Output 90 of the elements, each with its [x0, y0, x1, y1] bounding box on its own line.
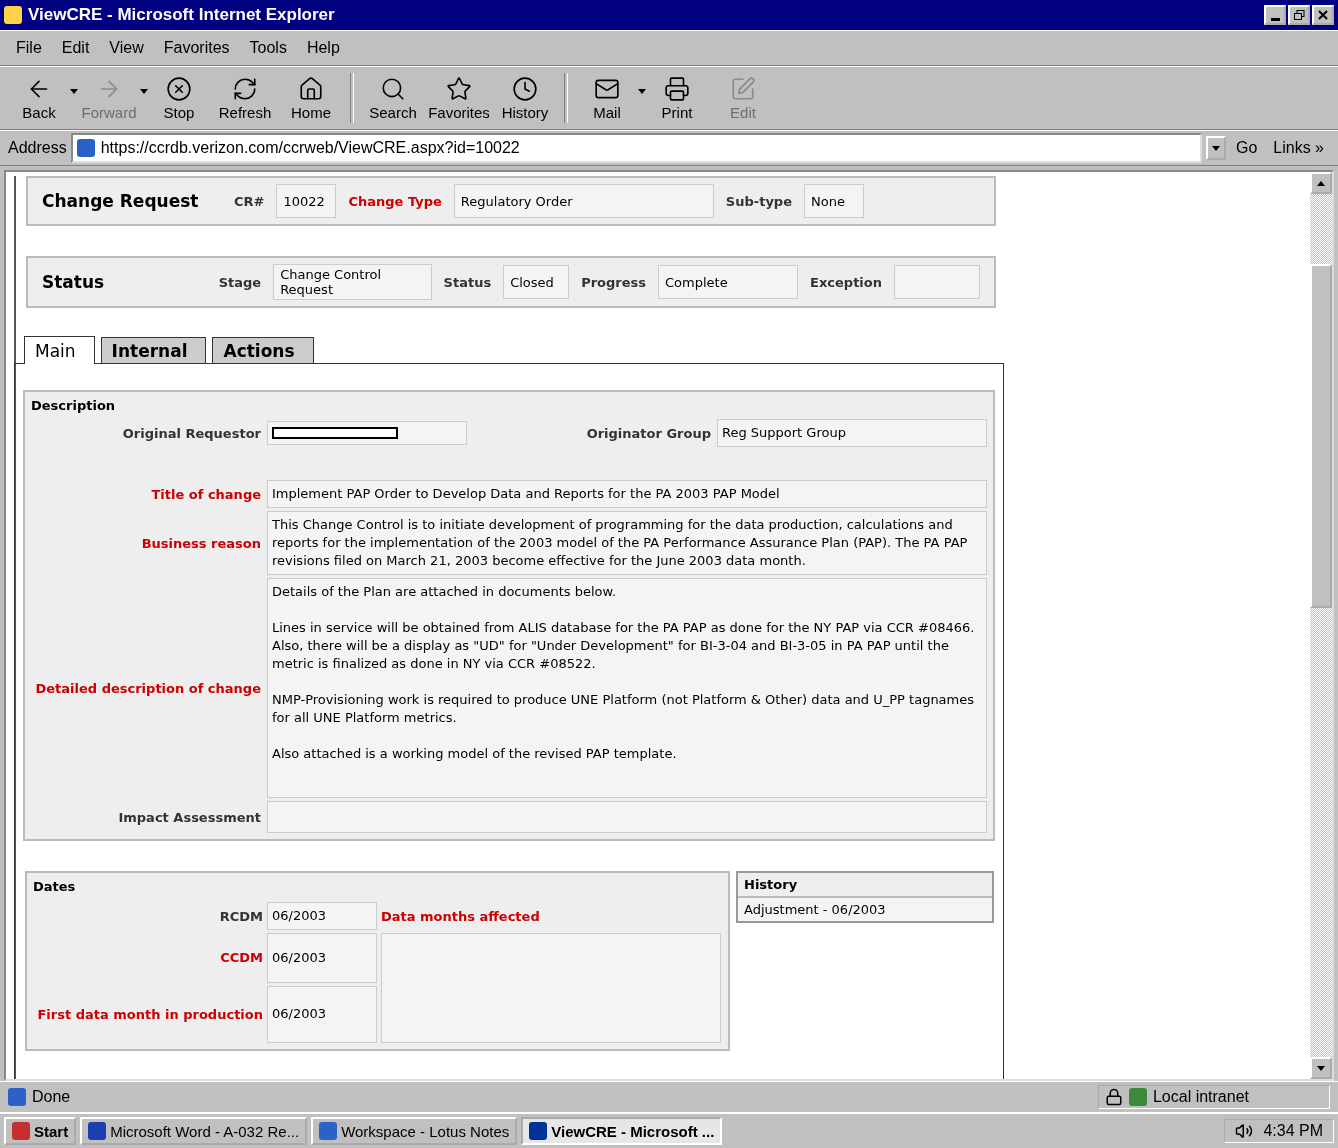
address-label: Address	[8, 139, 67, 157]
field-label: Original Requestor	[121, 425, 261, 441]
field-label: First data month in production	[36, 1005, 263, 1024]
star-icon	[446, 75, 472, 102]
house-icon	[298, 75, 324, 102]
field-label: CR#	[234, 193, 265, 209]
window-title: ViewCRE - Microsoft Internet Explorer	[28, 5, 335, 25]
lock-icon	[1104, 1088, 1123, 1106]
toolbar-button[interactable]: Mail	[576, 75, 638, 121]
caret-icon[interactable]	[70, 88, 78, 94]
field-value: This Change Control is to initiate development of programming for the data production, calculations and reports for the implementation of the 2003 model of the PA Performance Assurance Plan (PAP). The PA PAP revisions filed on March 21, 2003 become effective for the June 2003 data month.	[267, 511, 987, 575]
toolbar-button[interactable]: Search	[362, 75, 424, 121]
field-value: Complete	[658, 265, 799, 299]
menu-item[interactable]: Edit	[53, 39, 98, 57]
field-value: 06/2003	[267, 933, 377, 983]
field-label: Sub-type	[725, 193, 792, 209]
field-label: CCDM	[219, 949, 263, 968]
history-item: Adjustment - 06/2003	[738, 898, 992, 921]
toolbar-button[interactable]: Stop	[148, 75, 210, 121]
menu-item[interactable]: Help	[298, 39, 348, 57]
menu-item[interactable]: View	[101, 39, 152, 57]
zone-text: Local intranet	[1152, 1088, 1249, 1106]
close-button[interactable]	[1312, 5, 1334, 25]
toolbar-button[interactable]: Refresh	[214, 75, 276, 121]
toolbar-button[interactable]: Print	[646, 75, 708, 121]
address-field[interactable]: https://ccrdb.verizon.com/ccrweb/ViewCRE.aspx?id=10022	[70, 133, 1202, 163]
tab[interactable]: Actions	[212, 337, 314, 363]
field-label: Change Type	[348, 193, 442, 209]
caret-icon[interactable]	[638, 88, 646, 94]
restore-icon	[1293, 10, 1305, 20]
status-text: Done	[32, 1088, 71, 1106]
maximize-button[interactable]	[1288, 5, 1310, 25]
menu-item[interactable]: File	[8, 39, 50, 57]
field-value: 06/2003	[267, 902, 377, 930]
edit-icon	[730, 75, 756, 102]
field-label: Business reason	[140, 534, 261, 553]
toolbar-button[interactable]: Home	[280, 75, 342, 121]
toolbar-button[interactable]: Back	[8, 75, 70, 121]
field-value: Closed	[503, 265, 570, 299]
panel-title: Status	[42, 272, 106, 292]
field-label: Originator Group	[586, 425, 711, 441]
section-heading: Dates	[33, 879, 77, 894]
scrollbar[interactable]	[1310, 172, 1332, 1079]
field-label: Impact Assessment	[117, 808, 261, 827]
field-label: Progress	[581, 274, 647, 290]
field-value: None	[804, 184, 864, 218]
refresh-icon	[232, 75, 258, 102]
menu-item[interactable]: Tools	[241, 39, 295, 57]
dropdown-button[interactable]	[1205, 136, 1226, 160]
clock-icon	[512, 75, 538, 102]
close-icon	[1318, 10, 1328, 20]
scroll-up-button[interactable]	[1310, 172, 1332, 194]
down-arrow-icon	[1317, 1065, 1325, 1071]
panel-title: Change Request	[42, 191, 200, 211]
minimize-icon	[1270, 17, 1280, 21]
tab[interactable]: Internal	[100, 337, 207, 363]
toolbar-button[interactable]: History	[494, 75, 556, 121]
field-label: RCDM	[218, 907, 263, 926]
field-value: Change Control Request	[273, 264, 432, 300]
taskbar-button[interactable]: ViewCRE - Microsoft ...	[521, 1117, 723, 1145]
taskbar-button[interactable]: Workspace - Lotus Notes	[311, 1117, 518, 1145]
start-button[interactable]: Start	[4, 1117, 77, 1145]
printer-icon	[664, 75, 690, 102]
speaker-icon[interactable]	[1235, 1122, 1254, 1140]
field-label: Title of change	[150, 485, 261, 504]
scroll-down-button[interactable]	[1310, 1057, 1332, 1079]
taskbar-button[interactable]: Microsoft Word - A-032 Re...	[80, 1117, 308, 1145]
field-label: Detailed description of change	[34, 679, 261, 698]
field-value: Details of the Plan are attached in documents below. Lines in service will be obtained from ALIS database for the PA PAP as done for the NY PAP via CCR #08466. Also, there will be a display as "UD" for "Under Development" for BI-3-04 and BI-3-05 in PA PAP until the metric is finalized as done in NY via CCR #08522. NMP-Provisioning work is required to produce UNE Platform (not Platform & Other) data and U_PP tagnames for all UNE Platform metrics. Also attached is a working model of the revised PAP template.	[267, 578, 987, 798]
field-value: Regulatory Order	[453, 184, 714, 218]
field-label: Status	[443, 274, 492, 290]
stop-icon	[166, 75, 192, 102]
toolbar-button[interactable]: Favorites	[428, 75, 490, 121]
caret-icon	[1211, 145, 1220, 151]
menu-item[interactable]: Favorites	[155, 39, 238, 57]
field-value: Reg Support Group	[717, 419, 987, 447]
field-value: 10022	[276, 184, 337, 218]
clock-text: 4:34 PM	[1263, 1122, 1323, 1140]
links-button[interactable]: Links »	[1267, 139, 1330, 157]
field-label: Data months affected	[381, 908, 541, 924]
section-heading: Description	[31, 398, 117, 413]
field-label: Exception	[810, 274, 882, 290]
section-heading: History	[738, 873, 992, 898]
tab[interactable]: Main	[24, 336, 95, 364]
minimize-button[interactable]	[1264, 5, 1286, 25]
field-value: Implement PAP Order to Develop Data and Reports for the PA 2003 PAP Model	[267, 480, 987, 508]
up-arrow-icon	[1317, 180, 1325, 186]
go-button[interactable]: Go	[1229, 139, 1264, 157]
field-value: 06/2003	[267, 985, 377, 1043]
field-label: Stage	[218, 274, 262, 290]
